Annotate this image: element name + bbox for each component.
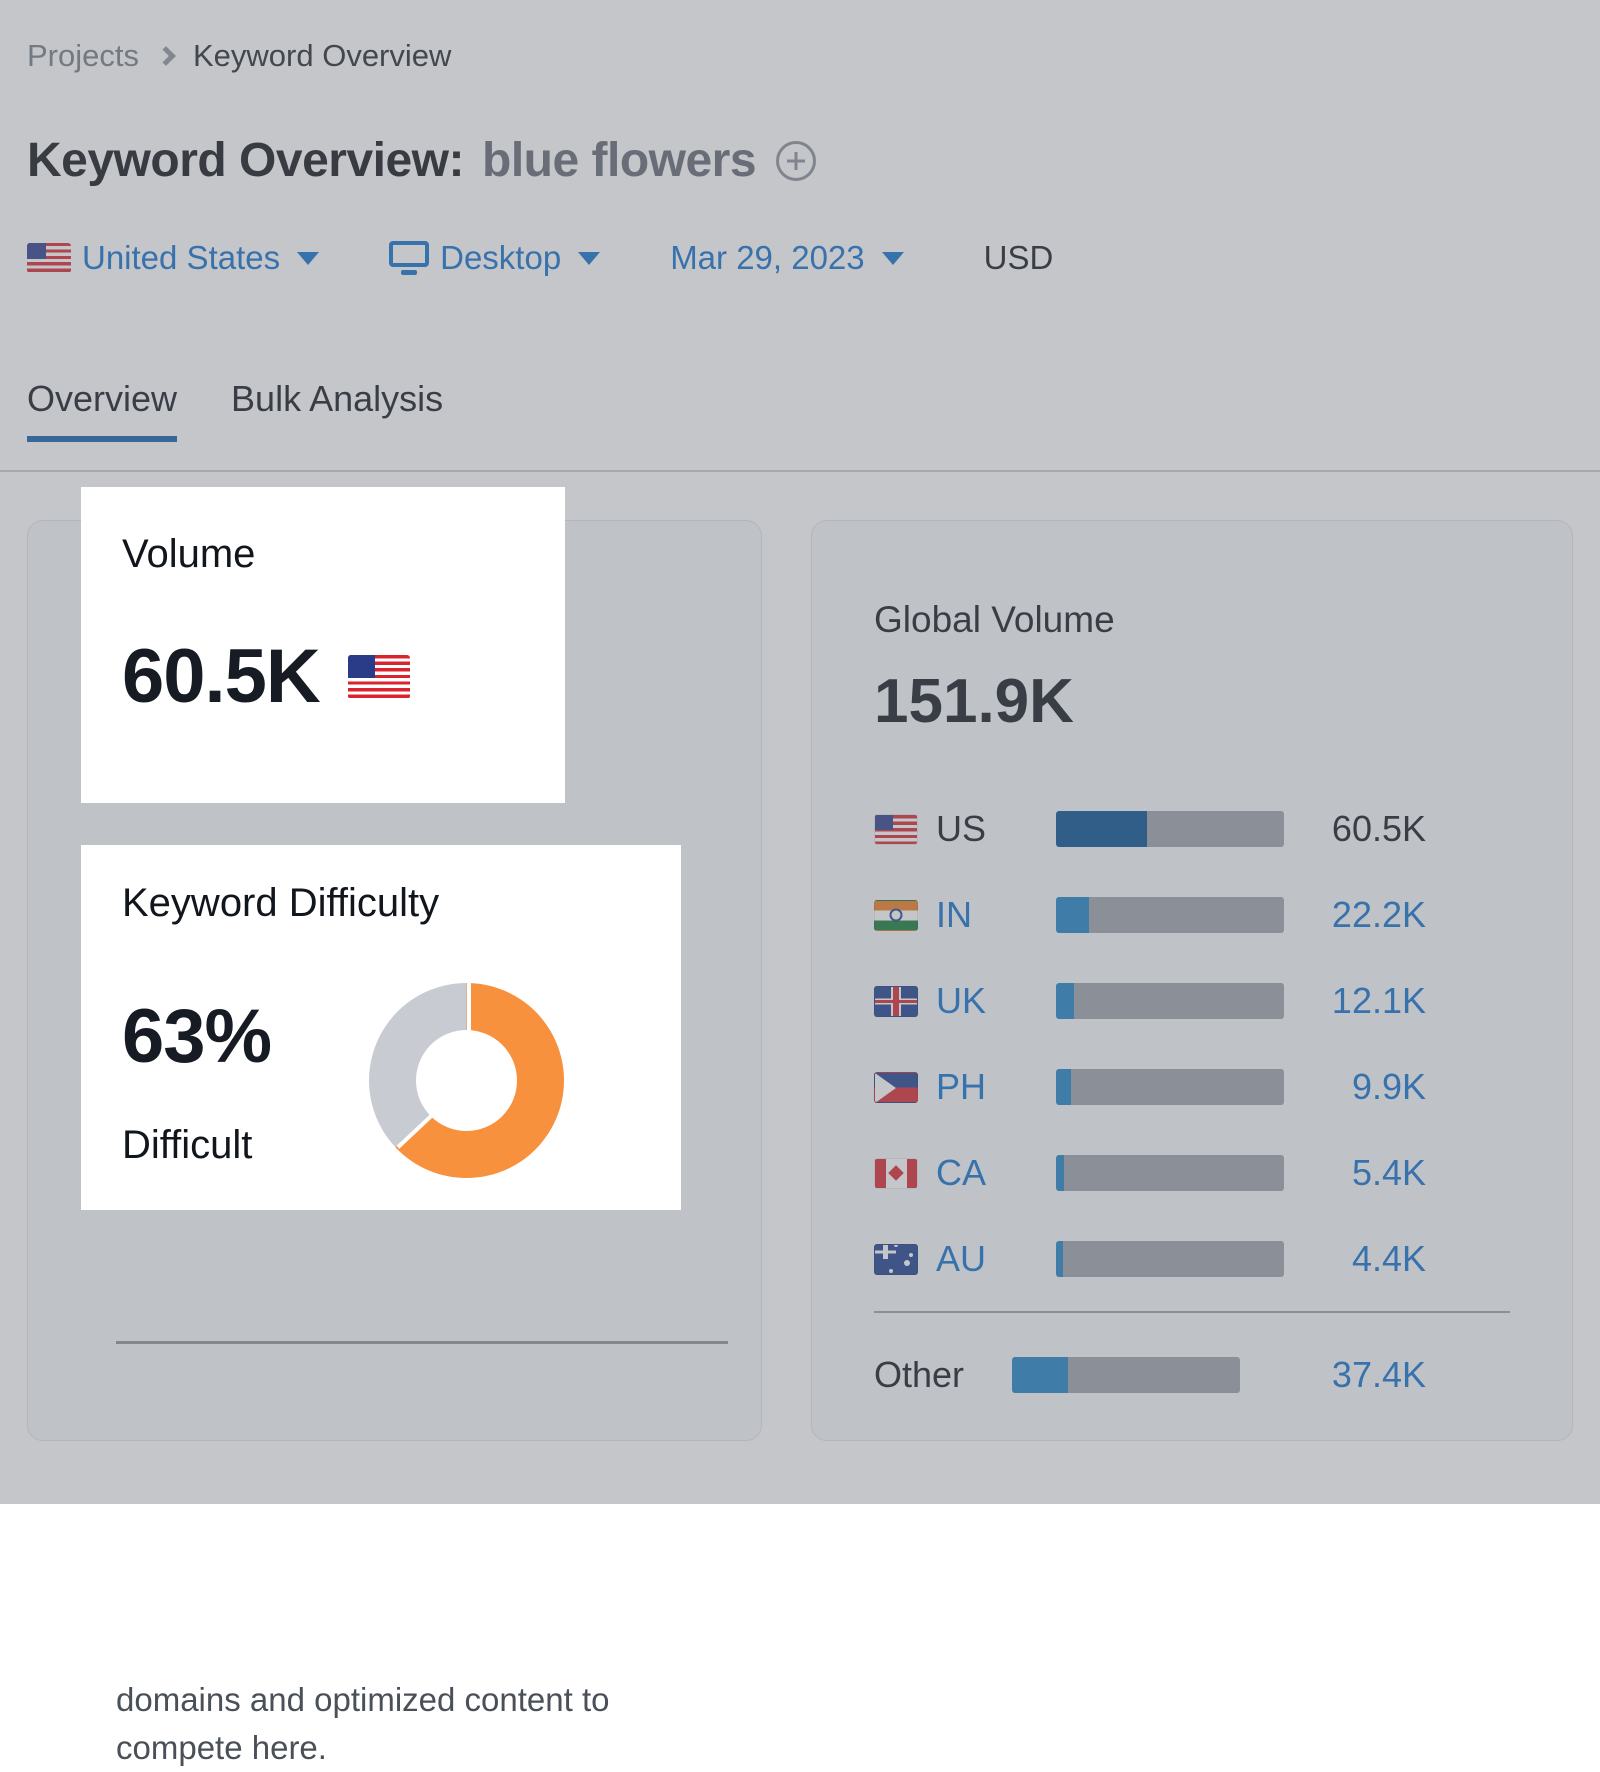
country-selector-label: United States [82,239,280,277]
page-title: Keyword Overview: blue flowers [27,133,816,188]
volume-value: 22.2K [1284,894,1514,936]
volume-bar-track [1056,1155,1284,1191]
global-volume-label: Global Volume [874,599,1115,641]
date-selector[interactable]: Mar 29, 2023 [670,239,903,277]
chevron-down-icon [882,252,904,265]
page-title-prefix: Keyword Overview: [27,133,464,188]
global-volume-row[interactable]: CA 5.4K [874,1130,1514,1216]
donut-hole [416,1030,517,1131]
date-selector-label: Mar 29, 2023 [670,239,864,277]
global-volume-value: 151.9K [874,666,1074,737]
global-volume-row[interactable]: PH 9.9K [874,1044,1514,1130]
ph-flag-icon [874,1072,918,1103]
volume-bar-fill [1056,1241,1063,1277]
au-flag-icon [874,1244,918,1275]
global-volume-row-other[interactable]: Other 37.4K [874,1332,1514,1418]
global-volume-row[interactable]: US 60.5K [874,786,1514,872]
keyword-difficulty-callout-value: 63% [122,993,271,1080]
country-code: Other [874,1354,1012,1396]
global-volume-country-list: US 60.5K IN 22.2K UK 12.1K PH 9.9K CA 5.4K AU 4.4K O… [874,786,1514,1418]
in-flag-icon [874,900,918,931]
volume-callout-label: Volume [122,532,255,577]
global-volume-row[interactable]: AU 4.4K [874,1216,1514,1302]
filter-bar: United States Desktop Mar 29, 2023 USD [27,239,1053,277]
us-flag-icon [874,814,918,845]
volume-value: 9.9K [1284,1066,1514,1108]
volume-bar-track [1012,1357,1240,1393]
volume-bar-track [1056,1241,1284,1277]
global-volume-row[interactable]: UK 12.1K [874,958,1514,1044]
volume-bar-fill [1056,1155,1064,1191]
volume-bar-fill [1056,811,1147,847]
device-selector[interactable]: Desktop [389,239,600,277]
volume-value: 5.4K [1284,1152,1514,1194]
country-code: US [936,808,1056,850]
global-volume-row[interactable]: IN 22.2K [874,872,1514,958]
uk-flag-icon [874,986,918,1017]
global-volume-divider [874,1311,1510,1313]
currency-value: USD [984,239,1054,277]
page-title-keyword: blue flowers [482,133,756,188]
volume-bar-fill [1012,1357,1068,1393]
chevron-down-icon [297,252,319,265]
tab-bar: Overview Bulk Analysis [27,378,443,442]
plus-circle-icon[interactable] [776,141,816,181]
keyword-difficulty-description: domains and optimized content to compete… [116,1676,736,1772]
volume-bar-fill [1056,983,1074,1019]
volume-value: 4.4K [1284,1238,1514,1280]
device-selector-label: Desktop [440,239,561,277]
country-code: AU [936,1238,1056,1280]
ca-flag-icon [874,1158,918,1189]
volume-callout: Volume 60.5K [81,487,565,803]
chevron-right-icon [156,46,176,66]
keyword-difficulty-status: Difficult [122,1123,252,1168]
card-divider [116,1341,728,1344]
breadcrumb-current: Keyword Overview [193,38,451,74]
tab-overview[interactable]: Overview [27,378,177,442]
monitor-icon [389,241,429,275]
global-volume-card: Global Volume 151.9K US 60.5K IN 22.2K UK 12.… [811,520,1573,1441]
volume-value: 12.1K [1284,980,1514,1022]
keyword-difficulty-donut-chart [369,983,564,1178]
volume-callout-value-row: 60.5K [122,633,410,720]
currency-label: USD [984,239,1054,277]
volume-bar-track [1056,983,1284,1019]
tab-bulk-analysis[interactable]: Bulk Analysis [231,378,443,442]
volume-bar-track [1056,897,1284,933]
volume-bar-track [1056,811,1284,847]
breadcrumb: Projects Keyword Overview [27,38,451,74]
volume-bar-fill [1056,1069,1071,1105]
keyword-difficulty-callout: Keyword Difficulty 63% Difficult [81,845,681,1210]
country-code: IN [936,894,1056,936]
volume-callout-value: 60.5K [122,633,320,720]
volume-bar-fill [1056,897,1089,933]
country-code: CA [936,1152,1056,1194]
chevron-down-icon [578,252,600,265]
country-code: PH [936,1066,1056,1108]
country-code: UK [936,980,1056,1022]
volume-bar-track [1056,1069,1284,1105]
breadcrumb-projects[interactable]: Projects [27,38,139,74]
tab-bulk-analysis-label: Bulk Analysis [231,378,443,419]
us-flag-icon [27,243,71,273]
keyword-difficulty-callout-label: Keyword Difficulty [122,881,439,926]
tab-overview-label: Overview [27,378,177,419]
us-flag-icon [348,655,410,699]
country-selector[interactable]: United States [27,239,319,277]
volume-value: 37.4K [1240,1354,1514,1396]
volume-value: 60.5K [1284,808,1514,850]
tab-bar-divider [0,470,1600,472]
